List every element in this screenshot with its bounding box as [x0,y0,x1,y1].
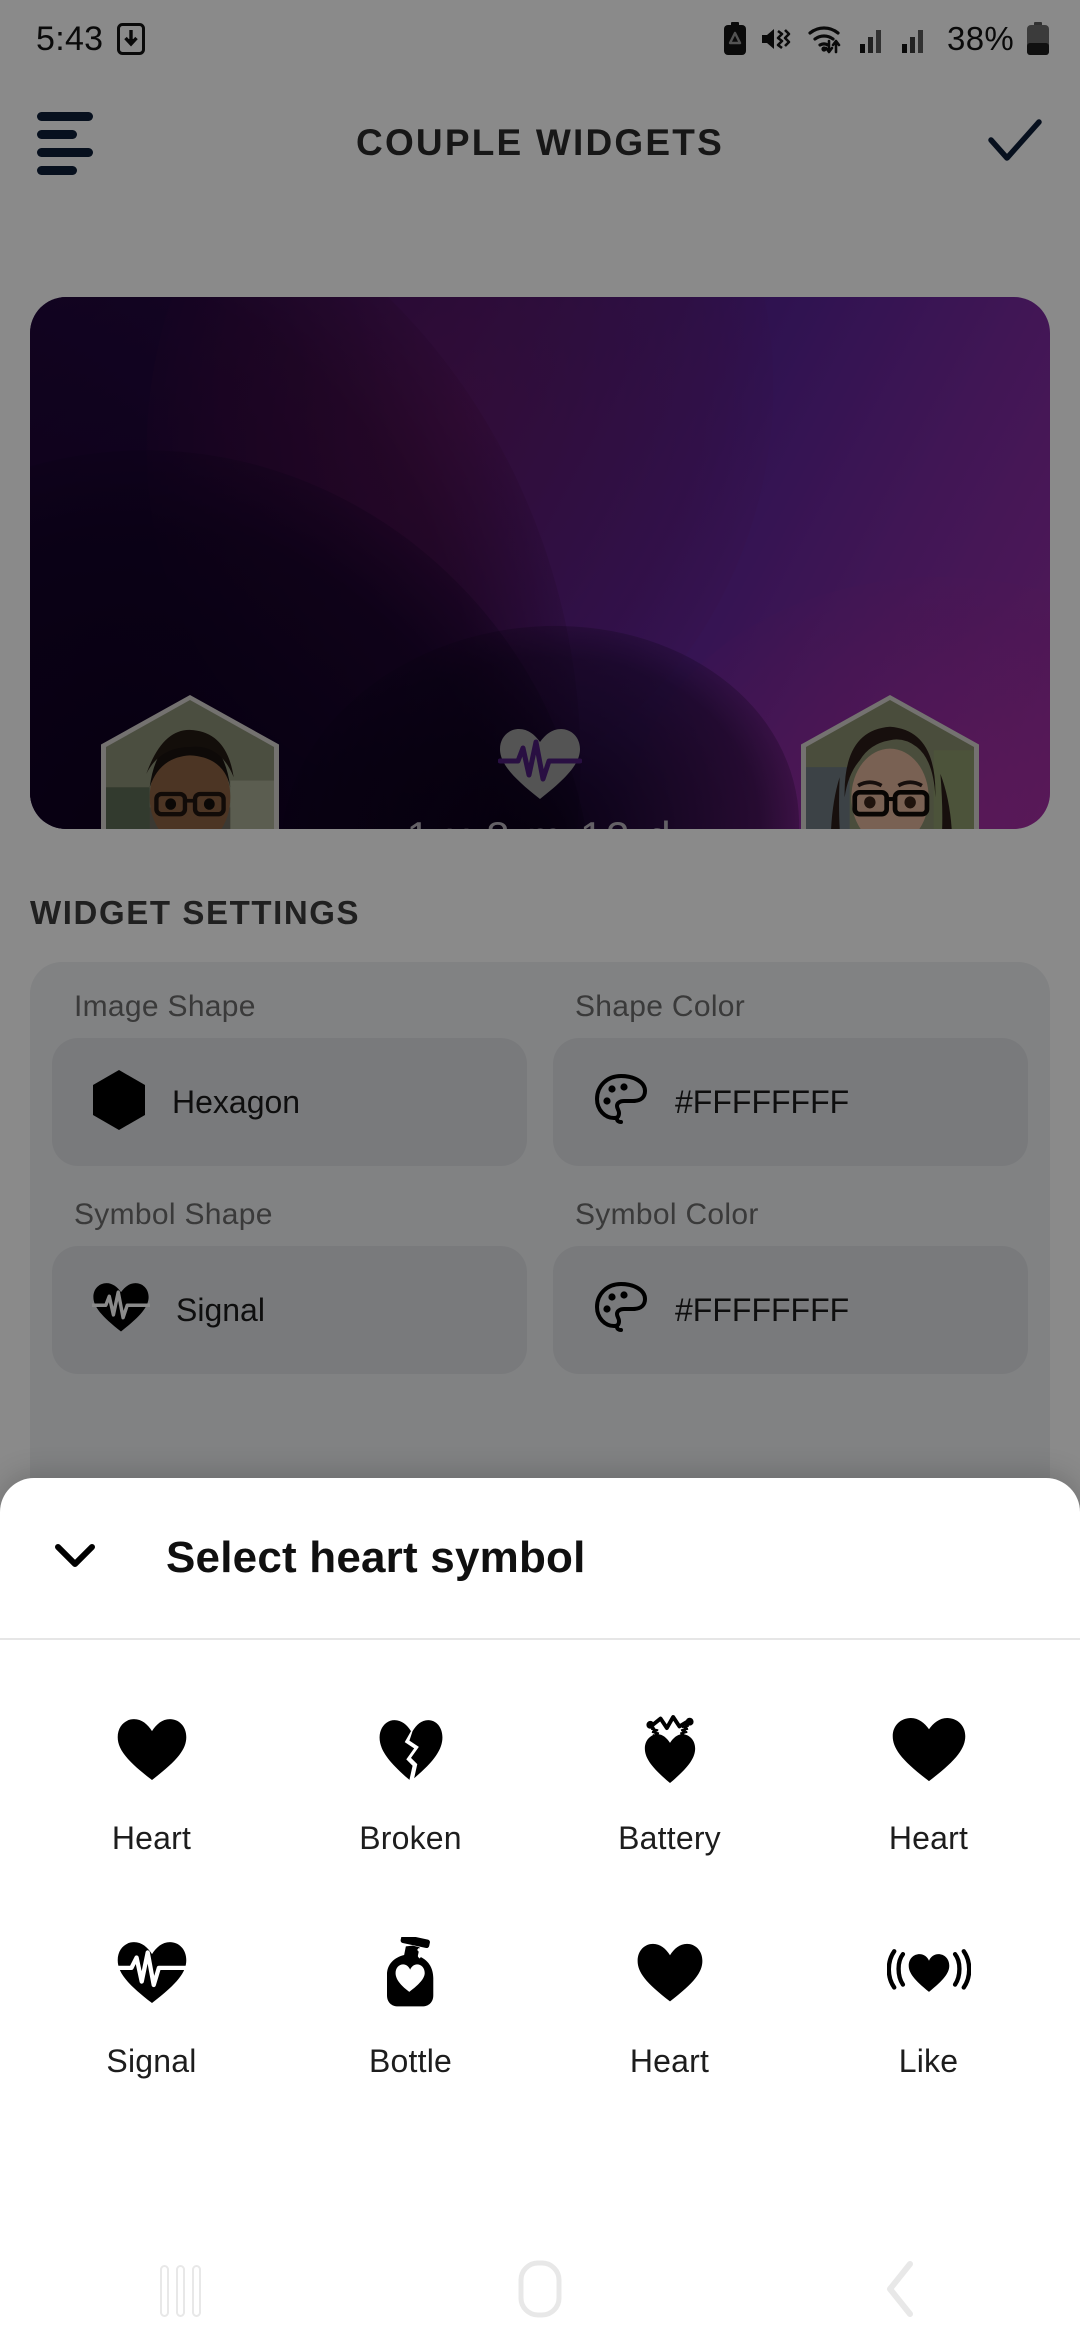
symbol-label: Battery [618,1820,721,1856]
duration-label: 1 y 8 m 13 d [360,813,720,829]
download-icon [117,23,146,55]
symbol-color-value: #FFFFFFFF [675,1291,850,1328]
setting-shape-color: Shape Color #FFFFFFFF [553,990,1028,1166]
heart-round-icon [891,1704,967,1796]
battery-icon [1026,22,1050,56]
avatar-right[interactable] [801,695,979,829]
palette-icon [593,1072,649,1133]
palette-icon [593,1280,649,1341]
avatar-left[interactable] [101,695,279,829]
heart-bottle-icon [381,1927,441,2019]
heart-signal-icon [90,1281,152,1340]
phone-screen: 5:43 38% COUPLE WIDGETS WIDGET SETTINGS … [0,0,1080,2340]
widget-preview-card[interactable]: Romeo 1 y 8 m 13 d 17h 43m 24s [30,297,1050,829]
sheet-header: Select heart symbol [0,1478,1080,1640]
heart-like-icon [886,1927,971,2019]
wifi-transfer-icon [807,23,847,55]
partner-right[interactable]: Juliet [765,695,1015,829]
status-bar-left: 5:43 [36,19,146,59]
symbol-color-field[interactable]: #FFFFFFFF [553,1246,1028,1374]
symbol-option-bottle[interactable]: Bottle [281,1915,540,2092]
recents-button[interactable] [90,2242,270,2340]
status-bar: 5:43 38% [0,0,1080,78]
settings-row: Symbol Shape Signal Symbol Color #FFFFFF… [52,1198,1028,1374]
symbol-option-battery[interactable]: Battery [540,1692,799,1869]
home-button[interactable] [450,2242,630,2340]
symbol-grid: Heart Broken Battery Heart Signal Bottle… [0,1640,1080,2092]
app-toolbar: COUPLE WIDGETS [0,78,1080,208]
hexagon-icon [92,1069,146,1136]
back-icon [882,2260,918,2323]
avatar-photo-right [806,700,974,829]
symbol-option-heart-round[interactable]: Heart [799,1692,1058,1869]
chevron-down-icon[interactable] [52,1541,98,1576]
shape-color-field[interactable]: #FFFFFFFF [553,1038,1028,1166]
menu-button[interactable] [0,78,130,208]
page-title: COUPLE WIDGETS [356,122,724,163]
symbol-label: Signal [106,2043,197,2079]
symbol-label: Broken [359,1820,462,1856]
heart-filled-icon [116,1704,188,1796]
avatar-photo-left [106,700,274,829]
symbol-label: Heart [111,1820,192,1856]
mute-vibrate-icon [759,24,795,54]
setting-label: Symbol Color [575,1198,759,1231]
heart-signal-icon [115,1927,188,2019]
symbol-label: Heart [888,1820,969,1856]
partner-left[interactable]: Romeo [65,695,315,829]
status-bar-clock: 5:43 [36,19,104,58]
setting-label: Image Shape [74,990,256,1023]
hamburger-menu-icon [37,111,93,175]
select-symbol-sheet: Select heart symbol Heart Broken Battery… [0,1478,1080,2340]
settings-row: Image Shape Hexagon Shape Color #FFFFFFF… [52,990,1028,1166]
settings-panel: Image Shape Hexagon Shape Color #FFFFFFF… [30,962,1050,1522]
setting-symbol-shape: Symbol Shape Signal [52,1198,527,1374]
heart-broken-icon [378,1704,444,1796]
setting-label: Shape Color [575,990,746,1023]
symbol-label: Heart [629,2043,710,2079]
heart-battery-icon [637,1704,703,1796]
heart-signal-icon [360,727,720,803]
setting-image-shape: Image Shape Hexagon [52,990,527,1166]
setting-label: Symbol Shape [74,1198,273,1231]
heart-small-icon [636,1927,704,2019]
image-shape-value: Hexagon [172,1083,301,1120]
setting-symbol-color: Symbol Color #FFFFFFFF [553,1198,1028,1374]
signal-bars-2-icon [901,24,931,54]
symbol-shape-field[interactable]: Signal [52,1246,527,1374]
image-shape-field[interactable]: Hexagon [52,1038,527,1166]
battery-percent-label: 38% [947,20,1014,57]
signal-bars-icon [859,24,889,54]
symbol-option-heart-small[interactable]: Heart [540,1915,799,2092]
battery-saver-icon [723,22,747,56]
home-icon [518,2260,562,2323]
confirm-button[interactable] [950,78,1080,208]
settings-section-title: WIDGET SETTINGS [30,894,361,931]
check-icon [985,116,1045,171]
system-navigation-bar [0,2242,1080,2340]
symbol-option-like[interactable]: Like [799,1915,1058,2092]
recents-icon [159,2265,201,2317]
symbol-label: Bottle [368,2043,453,2079]
shape-color-value: #FFFFFFFF [675,1083,850,1120]
symbol-option-signal[interactable]: Signal [22,1915,281,2092]
symbol-label: Like [898,2043,959,2079]
status-bar-right: 38% [723,20,1050,58]
symbol-option-broken[interactable]: Broken [281,1692,540,1869]
widget-center-info: 1 y 8 m 13 d 17h 43m 24s [360,727,720,829]
symbol-shape-value: Signal [176,1291,265,1328]
sheet-title: Select heart symbol [166,1533,586,1582]
symbol-option-heart[interactable]: Heart [22,1692,281,1869]
back-button[interactable] [810,2242,990,2340]
